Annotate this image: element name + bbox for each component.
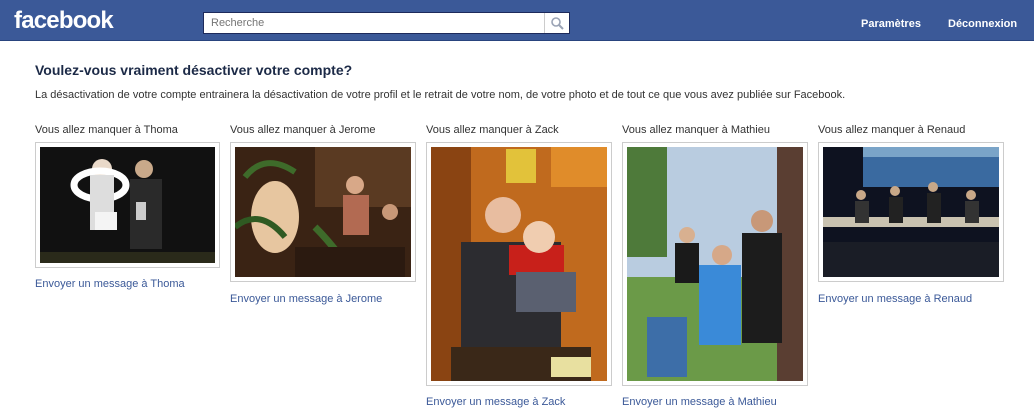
friend-photo-mathieu[interactable] <box>622 142 808 386</box>
top-bar: facebook Paramètres Déconnexion <box>0 0 1034 41</box>
miss-label-renaud: Vous allez manquer à Renaud <box>818 124 966 136</box>
page-description: La désactivation de votre compte entrain… <box>35 89 846 101</box>
miss-label-zack: Vous allez manquer à Zack <box>426 124 559 136</box>
miss-label-mathieu: Vous allez manquer à Mathieu <box>622 124 770 136</box>
friend-photo-renaud[interactable] <box>818 142 1004 282</box>
photo-image <box>235 147 411 277</box>
photo-image <box>823 147 999 277</box>
message-link-jerome[interactable]: Envoyer un message à Jerome <box>230 293 382 305</box>
search-icon <box>551 17 564 30</box>
facebook-logo[interactable]: facebook <box>14 7 114 35</box>
friend-photo-thoma[interactable] <box>35 142 220 268</box>
miss-label-thoma: Vous allez manquer à Thoma <box>35 124 178 136</box>
search-input[interactable] <box>204 13 551 33</box>
message-link-mathieu[interactable]: Envoyer un message à Mathieu <box>622 396 777 408</box>
search-box <box>203 12 570 34</box>
nav-deconnexion[interactable]: Déconnexion <box>948 18 1017 30</box>
photo-image <box>431 147 607 381</box>
friend-photo-jerome[interactable] <box>230 142 416 282</box>
search-button[interactable] <box>544 13 569 33</box>
friend-photo-zack[interactable] <box>426 142 612 386</box>
photo-image <box>627 147 803 381</box>
message-link-thoma[interactable]: Envoyer un message à Thoma <box>35 278 185 290</box>
miss-label-jerome: Vous allez manquer à Jerome <box>230 124 376 136</box>
message-link-zack[interactable]: Envoyer un message à Zack <box>426 396 565 408</box>
page-title: Voulez-vous vraiment désactiver votre co… <box>35 62 353 78</box>
message-link-renaud[interactable]: Envoyer un message à Renaud <box>818 293 972 305</box>
photo-image <box>40 147 215 263</box>
nav-parametres[interactable]: Paramètres <box>861 18 921 30</box>
